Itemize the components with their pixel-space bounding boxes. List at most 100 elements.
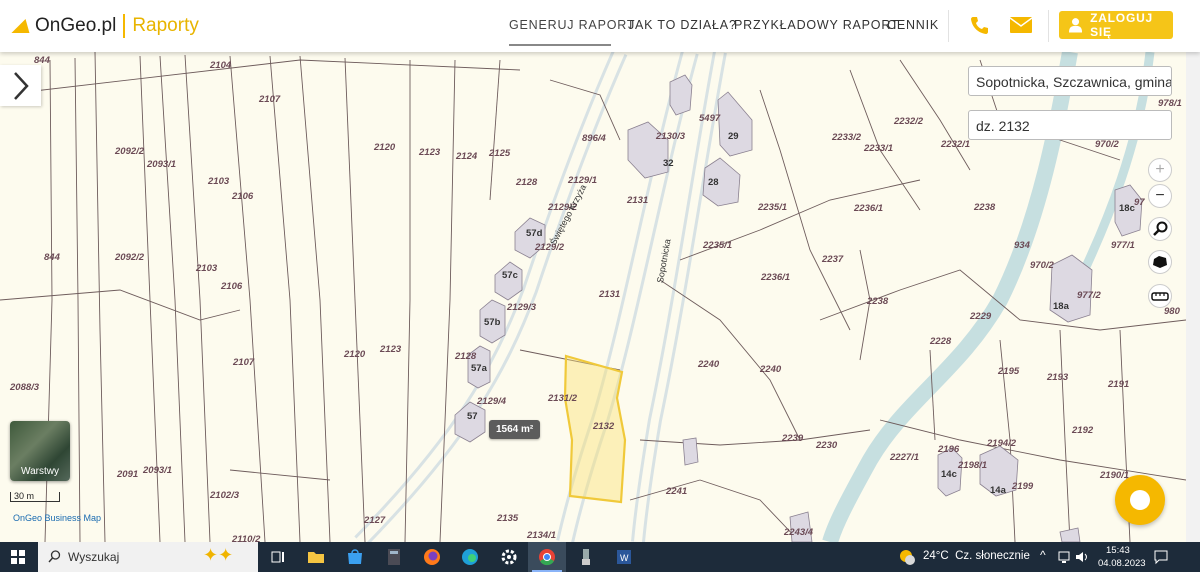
parcel-label: 2106 <box>221 281 243 292</box>
store-icon[interactable] <box>345 547 365 567</box>
parcel-field[interactable]: dz. 2132 <box>968 110 1172 140</box>
building-number: 18a <box>1053 301 1069 312</box>
parcel-label: 970/2 <box>1095 139 1119 150</box>
parcel-label: 2120 <box>374 142 396 153</box>
building-number: 57c <box>502 270 518 281</box>
building-number: 32 <box>663 158 674 169</box>
building-number: 29 <box>728 131 739 142</box>
parcel-label: 97 <box>1134 197 1145 208</box>
parcel-label: 2229 <box>970 311 992 322</box>
parcel-label: 2198/1 <box>958 460 988 471</box>
parcel-label: 2091 <box>117 469 139 480</box>
zoom-in-icon: + <box>1155 161 1165 178</box>
nav-generate-report[interactable]: GENERUJ RAPORT <box>509 18 635 32</box>
parcel-label: 2104 <box>210 60 232 71</box>
chat-button[interactable] <box>1115 475 1165 525</box>
brand-subtitle: Raporty <box>132 15 199 36</box>
building-number: 57 <box>467 411 478 422</box>
zoom-out-button[interactable]: − <box>1148 184 1172 208</box>
parcel-label: 2124 <box>456 151 478 162</box>
chrome-taskbar-active[interactable] <box>528 542 566 572</box>
draw-polygon-button[interactable] <box>1148 250 1172 274</box>
word-icon[interactable]: W <box>614 547 634 567</box>
parcel-label: 2192 <box>1072 425 1094 436</box>
building-number: 57d <box>526 228 543 239</box>
parcel-label: 2233/2 <box>832 132 862 143</box>
login-button[interactable]: ZALOGUJ SIĘ <box>1059 11 1173 39</box>
clock-date[interactable]: 04.08.2023 <box>1098 558 1146 569</box>
building-number: 18c <box>1119 203 1135 214</box>
parcel-label: 2238 <box>867 296 889 307</box>
task-view-icon[interactable] <box>268 547 288 567</box>
measure-button[interactable] <box>1148 284 1172 308</box>
parcel-label: 2130/3 <box>656 131 686 142</box>
clock-time[interactable]: 15:43 <box>1106 545 1130 556</box>
edge-icon[interactable] <box>460 547 480 567</box>
brand-name: OnGeo.pl <box>35 15 117 36</box>
parcel-label: 2120 <box>344 349 366 360</box>
zoom-out-icon: − <box>1155 187 1165 204</box>
chat-icon <box>1130 490 1150 510</box>
settings-gear-icon[interactable] <box>499 547 519 567</box>
calculator-icon[interactable] <box>384 547 404 567</box>
parcel-label: 2191 <box>1108 379 1130 390</box>
zoom-in-button[interactable]: + <box>1148 158 1172 182</box>
nav-sample-report[interactable]: PRZYKŁADOWY RAPORT <box>734 18 899 32</box>
parcel-label: 2134/1 <box>527 530 557 541</box>
parcel-label: 5497 <box>699 113 721 124</box>
location-field[interactable]: Sopotnicka, Szczawnica, gmina <box>968 66 1172 96</box>
weather-icon <box>900 550 915 565</box>
taskbar-search[interactable]: Wyszukaj ✦✦ <box>38 542 258 572</box>
parcel-label: 2228 <box>930 336 952 347</box>
weather-text[interactable]: 24°C Cz. słonecznie <box>923 550 1030 562</box>
parcel-label: 2243/4 <box>784 527 814 538</box>
usb-device-icon[interactable] <box>576 547 596 567</box>
phone-icon[interactable] <box>969 15 989 35</box>
speaker-icon[interactable] <box>1075 550 1089 564</box>
parcel-label: 2103 <box>208 176 230 187</box>
firefox-icon[interactable] <box>422 547 442 567</box>
parcel-label: 2128 <box>455 351 477 362</box>
nav-active-underline <box>509 44 611 46</box>
windows-start-icon[interactable] <box>11 550 25 564</box>
cadastral-map[interactable]: 844 844 2104 2107 2092/2 2093/1 2103 210… <box>0 52 1186 542</box>
parcel-label: 2236/1 <box>854 203 884 214</box>
login-label: ZALOGUJ SIĘ <box>1090 11 1154 39</box>
parcel-label: 934 <box>1014 240 1030 251</box>
header-divider <box>1048 10 1049 42</box>
parcel-label: 2127 <box>364 515 386 526</box>
file-explorer-icon[interactable] <box>306 547 326 567</box>
nav-how-it-works[interactable]: JAK TO DZIAŁA? <box>628 18 737 32</box>
notifications-icon[interactable] <box>1153 549 1169 565</box>
layers-button[interactable]: Warstwy <box>10 421 70 481</box>
parcel-label: 2107 <box>259 94 281 105</box>
parcel-label: 2233/1 <box>864 143 894 154</box>
parcel-label: 2241 <box>666 486 688 497</box>
search-parcel-button[interactable] <box>1148 217 1172 241</box>
parcel-label: 2128 <box>516 177 538 188</box>
user-icon <box>1069 18 1083 33</box>
sparkle-icon: ✦✦ <box>203 545 234 565</box>
mail-icon[interactable] <box>1010 17 1032 33</box>
parcel-label: 2123 <box>380 344 402 355</box>
parcel-label: 2238 <box>974 202 996 213</box>
parcel-label-highlighted[interactable]: 2132 <box>593 421 614 432</box>
page-scrollbar[interactable] <box>1186 52 1200 542</box>
parcel-label: 896/4 <box>582 133 606 144</box>
chevron-up-icon[interactable]: ^ <box>1040 548 1046 562</box>
panel-toggle-button[interactable] <box>0 65 41 106</box>
windows-taskbar: Wyszukaj ✦✦ W 24°C Cz. słonecznie ^ 15:4… <box>0 542 1200 572</box>
nav-pricing[interactable]: CENNIK <box>887 18 939 32</box>
logo-mark-icon <box>11 19 35 33</box>
measure-icon <box>1151 292 1169 301</box>
parcel-label: 2227/1 <box>890 452 920 463</box>
parcel-label: 977/1 <box>1111 240 1135 251</box>
parcel-label: 2195 <box>998 366 1020 377</box>
parcel-label: 2193 <box>1047 372 1069 383</box>
attribution-link[interactable]: OnGeo Business Map <box>13 513 101 523</box>
network-icon[interactable] <box>1058 550 1070 564</box>
parcel-label: 2232/2 <box>894 116 924 127</box>
logo[interactable]: OnGeo.pl Raporty <box>11 12 199 40</box>
parcel-label: 2103 <box>196 263 218 274</box>
parcel-label: 2230 <box>816 440 838 451</box>
